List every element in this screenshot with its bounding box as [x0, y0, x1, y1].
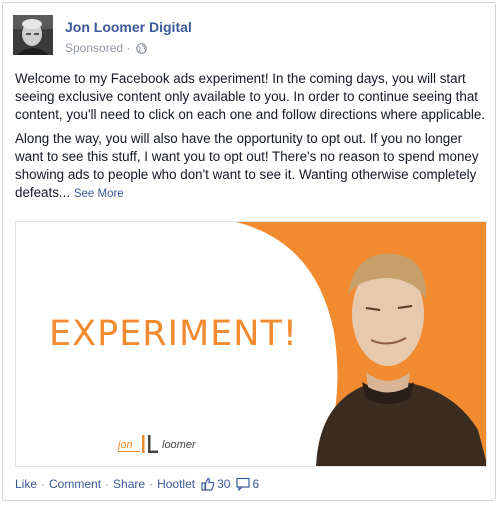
sponsored-label: Sponsored [65, 41, 124, 55]
action-separator: · [105, 477, 110, 491]
action-separator: · [41, 477, 46, 491]
sponsored-post: Jon Loomer Digital Sponsored · Welcome t… [2, 2, 496, 501]
jon-loomer-logo: jon loomer [116, 432, 236, 463]
post-paragraph: Along the way, you will also have the op… [15, 130, 489, 203]
comment-link[interactable]: Comment [49, 477, 101, 491]
action-separator: · [149, 477, 154, 491]
comments-count[interactable]: 6 [236, 477, 259, 491]
avatar[interactable] [13, 15, 53, 55]
see-more-link[interactable]: See More [74, 188, 124, 200]
likes-count[interactable]: 30 [201, 477, 230, 491]
thumbs-up-icon [201, 477, 215, 491]
svg-text:jon: jon [116, 439, 133, 451]
comments-count-value: 6 [252, 477, 260, 491]
like-link[interactable]: Like [15, 477, 37, 491]
comment-icon [236, 477, 251, 491]
post-paragraph: Welcome to my Facebook ads experiment! I… [15, 71, 486, 122]
globe-icon[interactable] [135, 43, 147, 57]
likes-count-value: 30 [217, 477, 231, 491]
page-name-link[interactable]: Jon Loomer Digital [65, 19, 192, 35]
post-actions: Like · Comment · Share · Hootlet 30 6 [15, 477, 259, 491]
hootlet-link[interactable]: Hootlet [157, 477, 195, 491]
post-meta: Sponsored · [65, 41, 147, 57]
ad-headline: EXPERIMENT! [49, 314, 298, 354]
ad-image[interactable]: EXPERIMENT! jon loomer [15, 221, 487, 467]
share-link[interactable]: Share [113, 477, 145, 491]
svg-text:loomer: loomer [162, 439, 197, 451]
meta-separator: · [126, 41, 131, 55]
post-body: Welcome to my Facebook ads experiment! I… [15, 70, 489, 209]
